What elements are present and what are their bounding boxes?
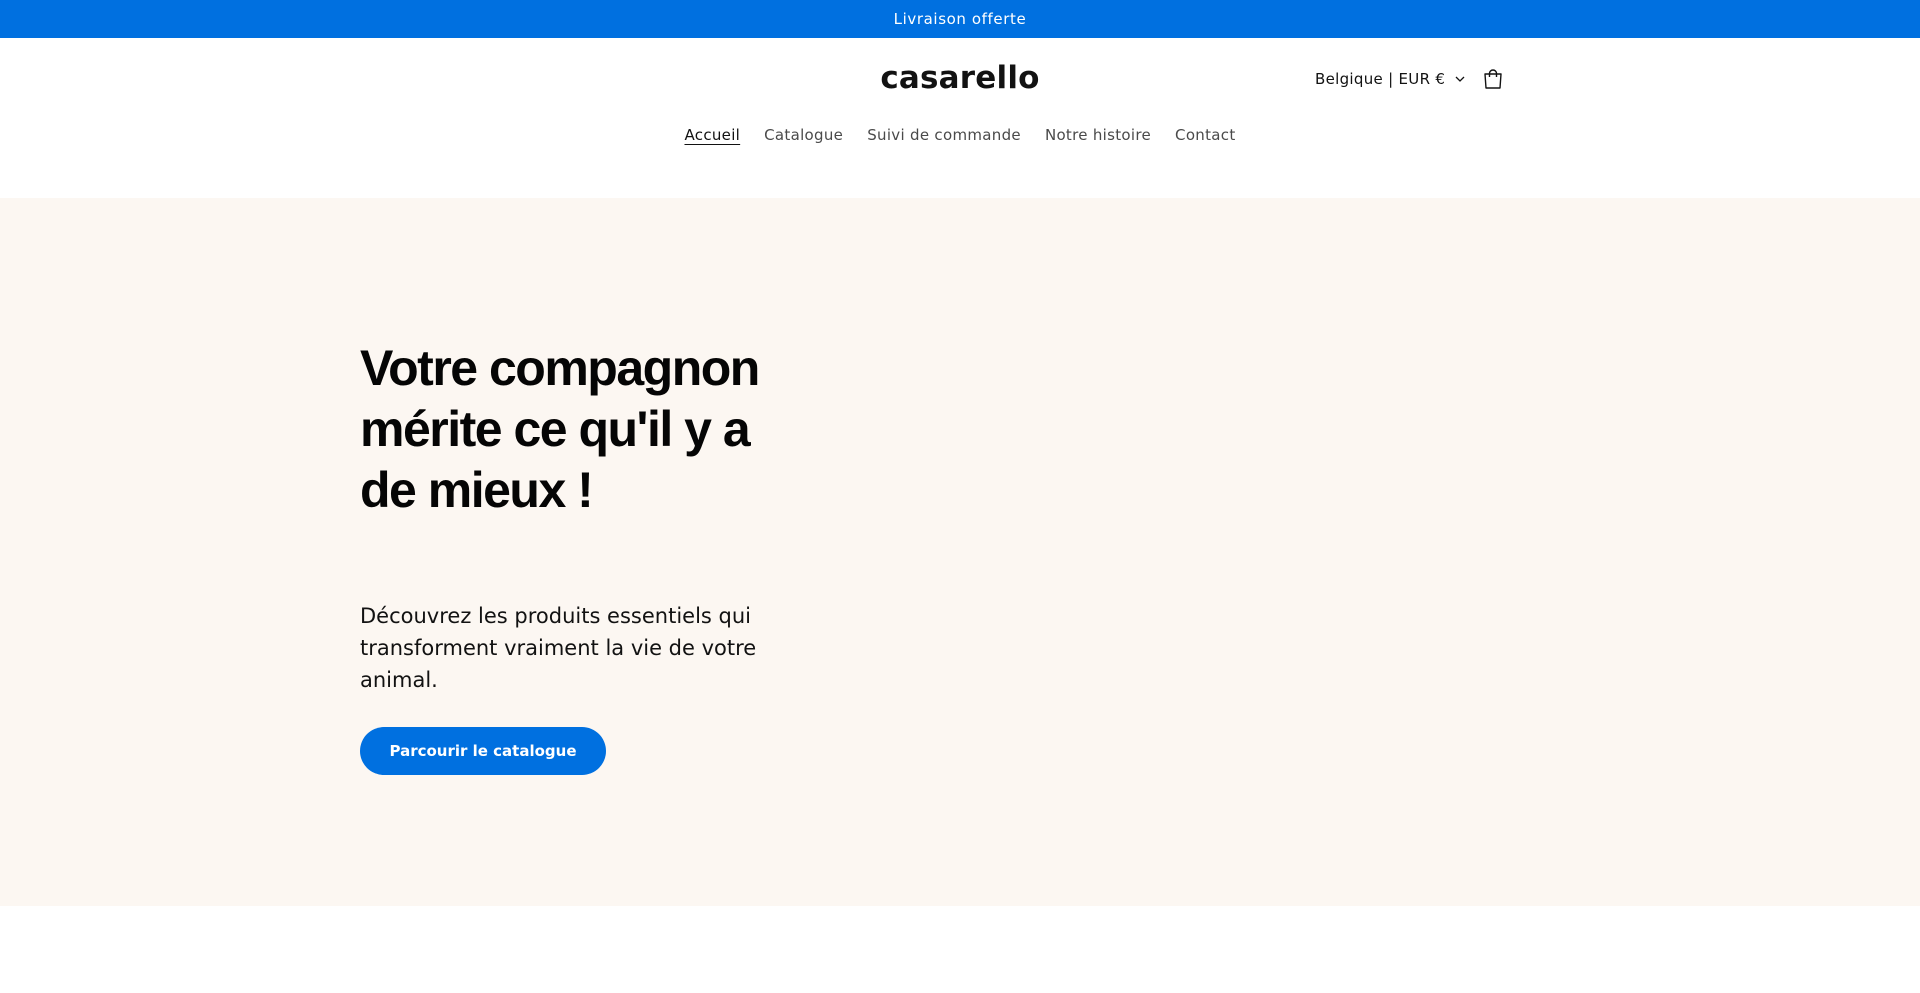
browse-catalogue-button[interactable]: Parcourir le catalogue xyxy=(360,727,606,775)
country-currency-label: Belgique | EUR € xyxy=(1315,70,1446,88)
hero-title: Votre compagnon mérite ce qu'il y a de m… xyxy=(360,340,760,518)
announcement-bar: Livraison offerte xyxy=(0,0,1920,38)
chevron-down-icon xyxy=(1454,73,1466,85)
site-header: casarello Belgique | EUR € Accueil Catal… xyxy=(0,38,1920,198)
announcement-text: Livraison offerte xyxy=(893,10,1027,28)
cart-icon[interactable] xyxy=(1478,64,1508,94)
country-currency-selector[interactable]: Belgique | EUR € xyxy=(1315,68,1466,90)
main-navigation: Accueil Catalogue Suivi de commande Notr… xyxy=(0,124,1920,146)
nav-item-notre-histoire[interactable]: Notre histoire xyxy=(1045,124,1151,146)
nav-item-suivi-de-commande[interactable]: Suivi de commande xyxy=(867,124,1021,146)
nav-item-accueil[interactable]: Accueil xyxy=(684,124,740,146)
site-logo[interactable]: casarello xyxy=(0,60,1920,96)
hero-banner: Votre compagnon mérite ce qu'il y a de m… xyxy=(0,198,1920,906)
hero-description: Découvrez les produits essentiels qui tr… xyxy=(360,604,757,692)
nav-item-catalogue[interactable]: Catalogue xyxy=(764,124,843,146)
nav-item-contact[interactable]: Contact xyxy=(1175,124,1235,146)
